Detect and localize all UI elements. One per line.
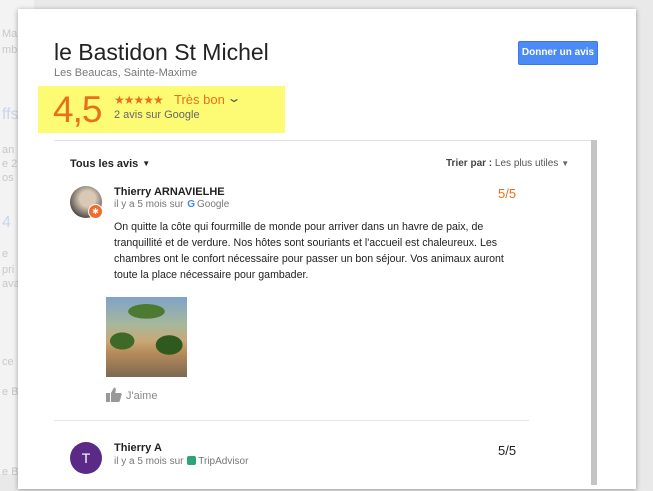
review-score: 5/5 (498, 443, 517, 458)
divider (54, 420, 529, 421)
review-source: TripAdvisor (198, 456, 249, 467)
background-text: ce (2, 356, 14, 368)
review-score: 5/5 (498, 186, 517, 201)
local-guide-badge-icon: ✱ (88, 204, 103, 219)
review-time: il y a 5 mois sur (114, 199, 184, 210)
scrollbar[interactable] (591, 140, 597, 485)
rating-value: 4,5 (53, 89, 102, 130)
rating-quality-label[interactable]: Très bon (174, 92, 225, 107)
reviews-panel: Tous les avis ▼ Trier par : Les plus util… (54, 140, 594, 491)
review-source: Google (197, 199, 230, 210)
review-photo[interactable] (106, 297, 187, 377)
like-button[interactable]: J'aime (106, 387, 157, 402)
review-author[interactable]: Thierry A (114, 442, 162, 454)
reviews-dialog: le Bastidon St Michel Les Beaucas, Saint… (18, 9, 636, 489)
google-icon: G (187, 199, 196, 210)
background-text: e B (2, 386, 19, 398)
background-text: e (2, 248, 9, 260)
background-text: e B (2, 466, 19, 478)
background-text: mb (2, 44, 18, 56)
thumbs-up-icon (106, 387, 122, 402)
filter-label: Tous les avis (70, 158, 139, 170)
place-address: Les Beaucas, Sainte-Maxime (54, 67, 198, 79)
review-author[interactable]: Thierry ARNAVIELHE (114, 186, 225, 198)
sort-label: Trier par : (446, 158, 493, 169)
caret-down-icon: ▼ (561, 159, 570, 168)
background-text: e 2 (2, 158, 18, 170)
background-text: Ma (2, 28, 18, 40)
write-review-button[interactable]: Donner un avis (518, 41, 598, 65)
background-text: ffs (2, 106, 19, 123)
review-meta: il y a 5 mois sur G Google (114, 199, 229, 210)
avatar[interactable]: T (70, 442, 102, 474)
filter-dropdown[interactable]: Tous les avis ▼ (70, 158, 150, 170)
background-text: os (2, 172, 14, 184)
like-label: J'aime (126, 390, 158, 402)
background-text: an (2, 144, 15, 156)
place-title: le Bastidon St Michel (54, 39, 269, 65)
background-text: 4 (2, 214, 11, 231)
sort-control[interactable]: Trier par : Les plus utiles ▼ (446, 158, 569, 169)
tripadvisor-icon (187, 456, 197, 465)
review-meta: il y a 5 mois sur TripAdvisor (114, 456, 248, 467)
caret-down-icon: ▼ (142, 159, 151, 168)
sort-value[interactable]: Les plus utiles (495, 158, 558, 169)
background-text: pri (2, 264, 15, 276)
chevron-down-icon[interactable]: ⌄ (226, 91, 241, 105)
review-text: On quitte la côte qui fourmille de monde… (114, 221, 504, 281)
review-time: il y a 5 mois sur (114, 456, 184, 467)
review-count: 2 avis sur Google (114, 109, 200, 121)
rating-stars: ★★★★★ (114, 93, 164, 107)
